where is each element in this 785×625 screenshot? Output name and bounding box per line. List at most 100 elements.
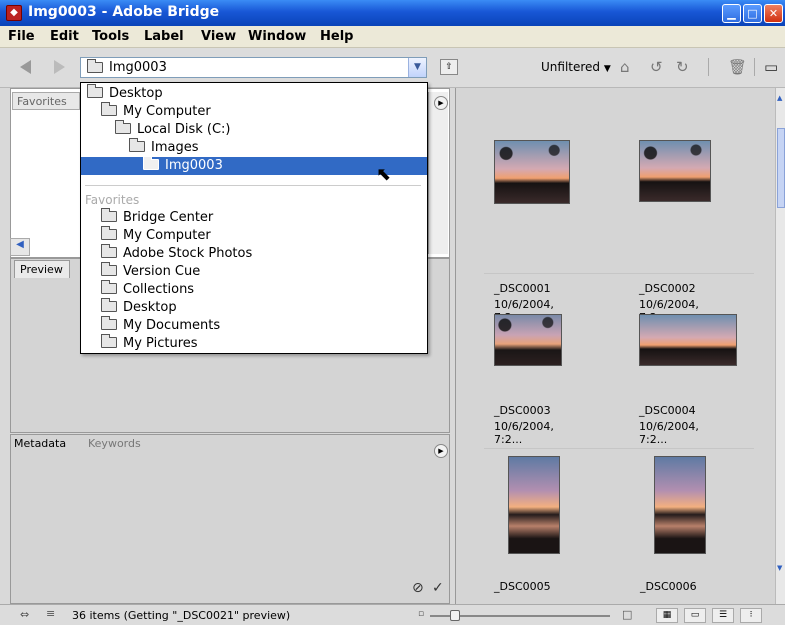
menu-tools[interactable]: Tools xyxy=(92,29,129,44)
dropdown-item-adobe-stock-photos[interactable]: Adobe Stock Photos xyxy=(81,244,427,263)
tab-keywords[interactable]: Keywords xyxy=(88,437,141,450)
versions-view-icon[interactable]: ⁝ xyxy=(740,608,762,623)
toolbar-divider xyxy=(708,58,709,76)
thumbnail-date: 10/6/2004, 7:2... xyxy=(494,420,554,446)
dropdown-item-my-pictures[interactable]: My Pictures xyxy=(81,334,427,353)
folder-icon xyxy=(101,244,117,258)
status-bar: ⇔ ≡ 36 items (Getting "_DSC0021" preview… xyxy=(0,604,785,625)
thumbnail-image xyxy=(494,314,562,366)
large-thumb-icon[interactable]: □ xyxy=(622,608,632,621)
folder-icon xyxy=(115,120,131,134)
scroll-left-icon[interactable]: ◀ xyxy=(10,238,30,256)
menu-bar: File Edit Tools Label View Window Help xyxy=(0,26,785,48)
chevron-down-icon[interactable]: ▼ xyxy=(408,58,426,77)
new-folder-icon[interactable]: ⌂ xyxy=(620,58,630,76)
thumbnail-image xyxy=(508,456,560,554)
path-combobox[interactable]: Img0003 ▼ xyxy=(80,57,427,78)
thumbnail-image xyxy=(654,456,706,554)
folder-icon xyxy=(101,208,117,222)
menu-edit[interactable]: Edit xyxy=(50,29,79,44)
back-arrow-icon[interactable] xyxy=(20,60,31,74)
folder-icon xyxy=(87,59,103,73)
thumbnail-image xyxy=(639,140,711,202)
thumbnails-view-icon[interactable]: ▦ xyxy=(656,608,678,623)
thumbnail-name: _DSC0003 xyxy=(494,404,551,417)
cancel-icon[interactable]: ⊘ xyxy=(412,580,424,596)
window-title: Img0003 - Adobe Bridge xyxy=(28,4,220,20)
thumbnail-name: _DSC0004 xyxy=(639,404,696,417)
scroll-down-icon[interactable]: ▼ xyxy=(777,564,785,574)
rotate-left-icon[interactable]: ↺ xyxy=(650,58,663,76)
apply-check-icon[interactable]: ✓ xyxy=(432,580,444,596)
tab-metadata[interactable]: Metadata xyxy=(14,437,66,450)
scroll-up-icon[interactable]: ▲ xyxy=(777,94,785,104)
dropdown-item-images[interactable]: Images xyxy=(81,138,427,157)
menu-window[interactable]: Window xyxy=(248,29,306,44)
filter-dropdown[interactable]: Unfiltered ▼ xyxy=(541,60,611,74)
filmstrip-view-icon[interactable]: ▭ xyxy=(684,608,706,623)
status-text: 36 items (Getting "_DSC0021" preview) xyxy=(72,609,291,622)
minimize-button[interactable]: ▁ xyxy=(722,4,741,23)
folder-up-icon[interactable]: ⇧ xyxy=(440,59,458,75)
title-bar: ◆ Img0003 - Adobe Bridge ▁ □ ✕ xyxy=(0,0,785,26)
menu-view[interactable]: View xyxy=(201,29,236,44)
folder-icon xyxy=(101,334,117,348)
panel-menu-icon[interactable]: ▶ xyxy=(434,96,448,110)
folder-icon xyxy=(101,316,117,330)
content-scrollbar[interactable]: ▲ ▼ xyxy=(775,88,785,604)
details-view-icon[interactable]: ☰ xyxy=(712,608,734,623)
toggle-favorites-icon[interactable]: ≡ xyxy=(46,607,55,620)
trash-icon[interactable]: 🗑 xyxy=(728,58,747,76)
dropdown-divider xyxy=(85,185,421,186)
path-dropdown-list: Desktop My Computer Local Disk (C:) Imag… xyxy=(80,82,428,354)
favorites-scrollbar[interactable] xyxy=(428,92,448,254)
thumbnail-image xyxy=(639,314,737,366)
folder-icon xyxy=(101,280,117,294)
folder-icon xyxy=(101,102,117,116)
filter-label: Unfiltered xyxy=(541,60,601,74)
toolbar-divider xyxy=(754,58,755,76)
dropdown-item-bridge-center[interactable]: Bridge Center xyxy=(81,208,427,227)
dropdown-item-collections[interactable]: Collections xyxy=(81,280,427,299)
menu-file[interactable]: File xyxy=(8,29,35,44)
metadata-panel xyxy=(10,434,450,604)
folder-icon xyxy=(143,156,159,170)
path-value: Img0003 xyxy=(109,60,167,75)
favorites-heading: Favorites xyxy=(85,193,140,207)
thumbnail-name: _DSC0002 xyxy=(639,282,696,295)
content-panel: _DSC0001 10/6/2004, 7:2... _DSC0002 10/6… xyxy=(455,88,775,604)
folder-icon xyxy=(101,262,117,276)
menu-label[interactable]: Label xyxy=(144,29,184,44)
menu-help[interactable]: Help xyxy=(320,29,353,44)
small-thumb-icon[interactable]: ▫ xyxy=(418,609,424,619)
thumbnail-name: _DSC0001 xyxy=(494,282,551,295)
folder-icon xyxy=(87,84,103,98)
slider-thumb[interactable] xyxy=(450,610,460,621)
dropdown-item-desktop[interactable]: Desktop xyxy=(81,84,427,103)
thumbnail-date: 10/6/2004, 7:2... xyxy=(639,420,699,446)
dropdown-item-fav-my-computer[interactable]: My Computer xyxy=(81,226,427,245)
chevron-down-icon: ▼ xyxy=(603,64,611,74)
dropdown-item-my-documents[interactable]: My Documents xyxy=(81,316,427,335)
thumbnail-name: _DSC0005 xyxy=(494,580,551,593)
compact-mode-icon[interactable]: ▭ xyxy=(764,58,778,76)
thumbnail-name: _DSC0006 xyxy=(640,580,697,593)
folder-icon xyxy=(101,226,117,240)
dropdown-item-my-computer[interactable]: My Computer xyxy=(81,102,427,121)
maximize-button[interactable]: □ xyxy=(743,4,762,23)
toggle-panes-icon[interactable]: ⇔ xyxy=(20,608,29,621)
panel-menu-icon[interactable]: ▶ xyxy=(434,444,448,458)
dropdown-item-version-cue[interactable]: Version Cue xyxy=(81,262,427,281)
dropdown-item-fav-desktop[interactable]: Desktop xyxy=(81,298,427,317)
close-button[interactable]: ✕ xyxy=(764,4,783,23)
mouse-cursor-icon: ⬉ xyxy=(376,164,392,185)
tab-preview[interactable]: Preview xyxy=(14,260,70,278)
dropdown-item-local-disk[interactable]: Local Disk (C:) xyxy=(81,120,427,139)
scroll-thumb[interactable] xyxy=(777,128,785,208)
app-icon: ◆ xyxy=(6,5,22,21)
forward-arrow-icon[interactable] xyxy=(54,60,65,74)
row-divider xyxy=(484,273,754,274)
rotate-right-icon[interactable]: ↻ xyxy=(676,58,689,76)
thumbnail-image xyxy=(494,140,570,204)
tab-favorites[interactable]: Favorites xyxy=(12,92,80,110)
